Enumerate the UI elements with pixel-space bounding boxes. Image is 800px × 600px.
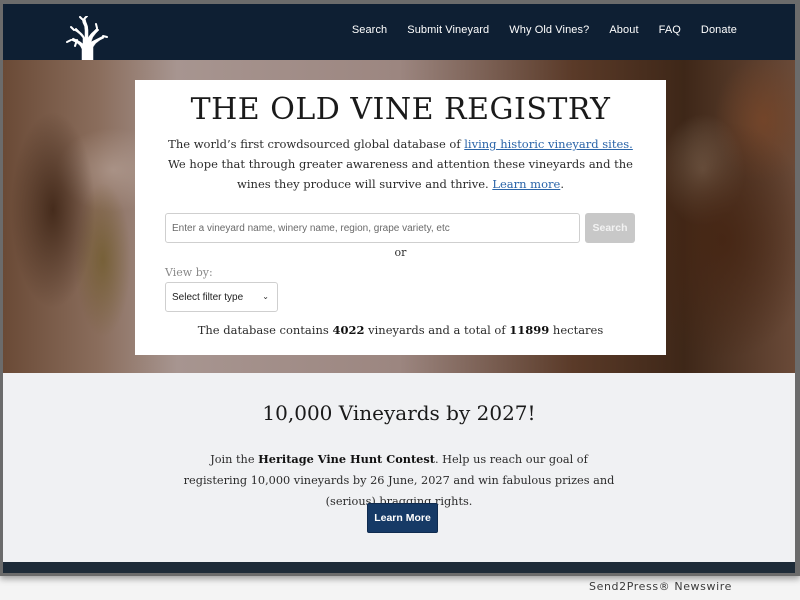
stats-middle: vineyards and a total of — [364, 323, 510, 337]
vine-tree-logo-icon — [66, 15, 108, 61]
search-card: THE OLD VINE REGISTRY The world’s first … — [135, 80, 666, 355]
site-header: Search Submit Vineyard Why Old Vines? Ab… — [3, 4, 795, 61]
filter-type-select[interactable]: Select filter type ⌄ — [165, 282, 278, 312]
chevron-down-icon: ⌄ — [262, 292, 269, 301]
nav-faq[interactable]: FAQ — [659, 24, 681, 36]
intro-text: The world’s first crowdsourced global da… — [159, 134, 642, 194]
contest-section: 10,000 Vineyards by 2027! Join the Herit… — [3, 373, 795, 562]
living-historic-sites-link[interactable]: living historic vineyard sites. — [464, 137, 633, 151]
view-by-label: View by: — [165, 266, 213, 279]
home-logo-link[interactable] — [63, 15, 111, 61]
vineyard-count: 4022 — [332, 323, 365, 337]
contest-text-start: Join the — [210, 453, 259, 466]
hectare-count: 11899 — [509, 323, 550, 337]
learn-more-button[interactable]: Learn More — [367, 503, 438, 533]
learn-more-link[interactable]: Learn more — [492, 177, 560, 191]
intro-text-end: . — [560, 177, 564, 191]
or-divider-text: or — [394, 246, 407, 259]
nav-about[interactable]: About — [609, 24, 638, 36]
contest-title: 10,000 Vineyards by 2027! — [262, 401, 536, 425]
browser-frame: Search Submit Vineyard Why Old Vines? Ab… — [0, 0, 800, 576]
contest-name: Heritage Vine Hunt Contest — [258, 452, 435, 466]
stats-prefix: The database contains — [197, 323, 333, 337]
vineyard-search-input[interactable] — [165, 213, 580, 243]
stats-suffix: hectares — [549, 323, 604, 337]
newswire-watermark: Send2Press® Newswire — [589, 580, 732, 593]
nav-search[interactable]: Search — [352, 24, 387, 36]
main-nav: Search Submit Vineyard Why Old Vines? Ab… — [332, 24, 737, 36]
page-title: THE OLD VINE REGISTRY — [190, 92, 611, 127]
intro-text-start: The world’s first crowdsourced global da… — [168, 137, 465, 151]
footer-strip — [3, 562, 795, 573]
search-button[interactable]: Search — [585, 213, 635, 243]
nav-submit-vineyard[interactable]: Submit Vineyard — [407, 24, 489, 36]
nav-donate[interactable]: Donate — [701, 24, 737, 36]
hero-section: THE OLD VINE REGISTRY The world’s first … — [3, 60, 795, 373]
page: Search Submit Vineyard Why Old Vines? Ab… — [3, 4, 795, 573]
filter-type-selected: Select filter type — [172, 291, 244, 303]
database-stats: The database contains 4022 vineyards and… — [135, 323, 666, 337]
nav-why-old-vines[interactable]: Why Old Vines? — [509, 24, 589, 36]
